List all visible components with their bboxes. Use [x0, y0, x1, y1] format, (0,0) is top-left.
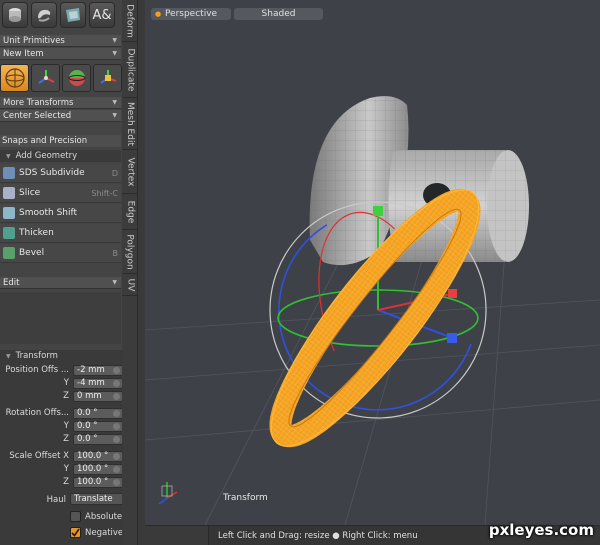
- status-hint: Left Click and Drag: resize ● Right Clic…: [218, 531, 418, 541]
- scale-y-label: Y: [63, 464, 69, 474]
- tab-vertex-label: Vertex: [125, 157, 135, 186]
- more-transforms-dropdown[interactable]: More Transforms: [0, 97, 121, 109]
- tab-edge-label: Edge: [125, 200, 135, 223]
- edit-dropdown[interactable]: Edit: [0, 277, 121, 289]
- tab-polygon[interactable]: Polygon: [122, 230, 138, 274]
- transform-header-label: Transform: [15, 351, 58, 361]
- axis-indicator: [158, 482, 178, 505]
- sculpt-tool-icon[interactable]: [62, 64, 91, 92]
- position-y-label: Y: [63, 378, 69, 388]
- vertical-tab-strip: Deform Duplicate Mesh Edit Vertex Edge P…: [122, 0, 138, 545]
- rotation-z-label: Z: [63, 434, 69, 444]
- check-icon: [71, 528, 80, 537]
- sds-subdivide-shortcut: D: [111, 168, 118, 178]
- bevel-icon: [3, 247, 15, 259]
- thicken-button[interactable]: Thicken: [0, 224, 121, 243]
- sds-subdivide-label: SDS Subdivide: [19, 168, 85, 178]
- primitive-dropdown[interactable]: Unit Primitives: [0, 35, 121, 47]
- pivot-tool-icon[interactable]: [93, 64, 122, 92]
- negative-checkbox[interactable]: [70, 527, 81, 538]
- collapse-triangle-icon: ▼: [6, 153, 11, 160]
- item-dropdown[interactable]: New Item: [0, 48, 121, 60]
- position-y-input[interactable]: -4 mm: [73, 378, 123, 389]
- rotation-y-label: Y: [63, 421, 69, 431]
- bevel-shortcut: B: [112, 248, 119, 258]
- slice-button[interactable]: Slice Shift-C: [0, 184, 121, 203]
- scale-offset-label: Scale Offset X: [9, 451, 69, 461]
- mushroom-mesh[interactable]: [309, 96, 529, 266]
- smooth-shift-button[interactable]: Smooth Shift: [0, 204, 121, 223]
- tab-polygon-label: Polygon: [125, 233, 135, 270]
- smooth-shift-icon: [3, 207, 15, 219]
- thicken-label: Thicken: [19, 228, 54, 238]
- rotation-y-input[interactable]: 0.0 °: [73, 421, 123, 432]
- view-dot-icon: ●: [155, 10, 162, 18]
- scale-z-label: Z: [63, 477, 69, 487]
- sds-subdivide-icon: [3, 167, 15, 179]
- transform-header[interactable]: ▼ Transform: [0, 350, 140, 362]
- haul-label: Haul: [46, 495, 66, 505]
- cube-icon[interactable]: [2, 2, 28, 28]
- watermark-logo: pxleyes.com: [488, 521, 594, 539]
- bevel-button[interactable]: Bevel B: [0, 244, 121, 263]
- empty-tool-area: [0, 292, 121, 344]
- primitive-icons: A&: [2, 2, 115, 28]
- status-bar-segment: [145, 526, 209, 545]
- text-icon[interactable]: A&: [89, 2, 115, 28]
- bevel-label: Bevel: [19, 248, 45, 258]
- tab-deform-label: Deform: [125, 3, 136, 38]
- tab-deform[interactable]: Deform: [122, 0, 138, 42]
- tab-mesh-edit[interactable]: Mesh Edit: [122, 98, 138, 150]
- position-x-input[interactable]: -2 mm: [73, 365, 123, 376]
- shading-button[interactable]: Shaded: [234, 8, 323, 20]
- slice-icon: [3, 187, 15, 199]
- shading-label: Shaded: [261, 9, 296, 19]
- rotation-x-input[interactable]: 0.0 °: [73, 408, 123, 419]
- add-geometry-header[interactable]: ▼ Add Geometry: [0, 150, 121, 162]
- 3d-viewport[interactable]: ● Perspective Shaded Transform: [145, 0, 600, 525]
- gizmo-x-handle[interactable]: [448, 289, 457, 298]
- position-offset-label: Position Offs ...: [5, 365, 69, 375]
- sds-subdivide-button[interactable]: SDS Subdivide D: [0, 164, 121, 183]
- viewport-scene: [145, 96, 600, 525]
- tab-mesh-edit-label: Mesh Edit: [125, 101, 135, 146]
- gizmo-z-handle[interactable]: [447, 333, 457, 343]
- position-z-label: Z: [63, 391, 69, 401]
- scale-y-input[interactable]: 100.0 °: [73, 464, 123, 475]
- tab-duplicate-label: Duplicate: [125, 48, 136, 91]
- tool-label: Transform: [223, 493, 268, 503]
- view-mode-label: Perspective: [164, 9, 218, 19]
- rotation-offset-label: Rotation Offs...: [5, 408, 69, 418]
- tab-duplicate[interactable]: Duplicate: [122, 42, 138, 98]
- slice-shortcut: Shift-C: [91, 188, 118, 198]
- tab-edge[interactable]: Edge: [122, 194, 138, 230]
- tool-icons: [0, 64, 122, 92]
- center-selected-dropdown[interactable]: Center Selected: [0, 110, 121, 122]
- axis-tool-icon[interactable]: [31, 64, 60, 92]
- rotation-z-input[interactable]: 0.0 °: [73, 434, 123, 445]
- snaps-precision-button[interactable]: Snaps and Precision: [0, 135, 121, 147]
- scale-z-input[interactable]: 100.0 °: [73, 477, 123, 488]
- gizmo-y-handle[interactable]: [373, 206, 383, 216]
- tab-vertex[interactable]: Vertex: [122, 150, 138, 194]
- tab-uv-label: UV: [125, 278, 135, 291]
- scale-x-input[interactable]: 100.0 °: [73, 451, 123, 462]
- thicken-icon: [3, 227, 15, 239]
- text-icon-glyph: A&: [92, 7, 112, 23]
- tab-uv[interactable]: UV: [122, 274, 138, 296]
- view-mode-button[interactable]: ● Perspective: [151, 8, 231, 20]
- sphere-icon[interactable]: [31, 2, 57, 28]
- cloth-icon[interactable]: [60, 2, 86, 28]
- smooth-shift-label: Smooth Shift: [19, 208, 78, 218]
- add-geometry-label: Add Geometry: [15, 151, 78, 161]
- select-tool-icon[interactable]: [0, 64, 29, 92]
- slice-label: Slice: [19, 188, 41, 198]
- position-z-input[interactable]: 0 mm: [73, 391, 123, 402]
- absolute-checkbox[interactable]: [70, 511, 81, 522]
- haul-value: Translate: [74, 494, 113, 504]
